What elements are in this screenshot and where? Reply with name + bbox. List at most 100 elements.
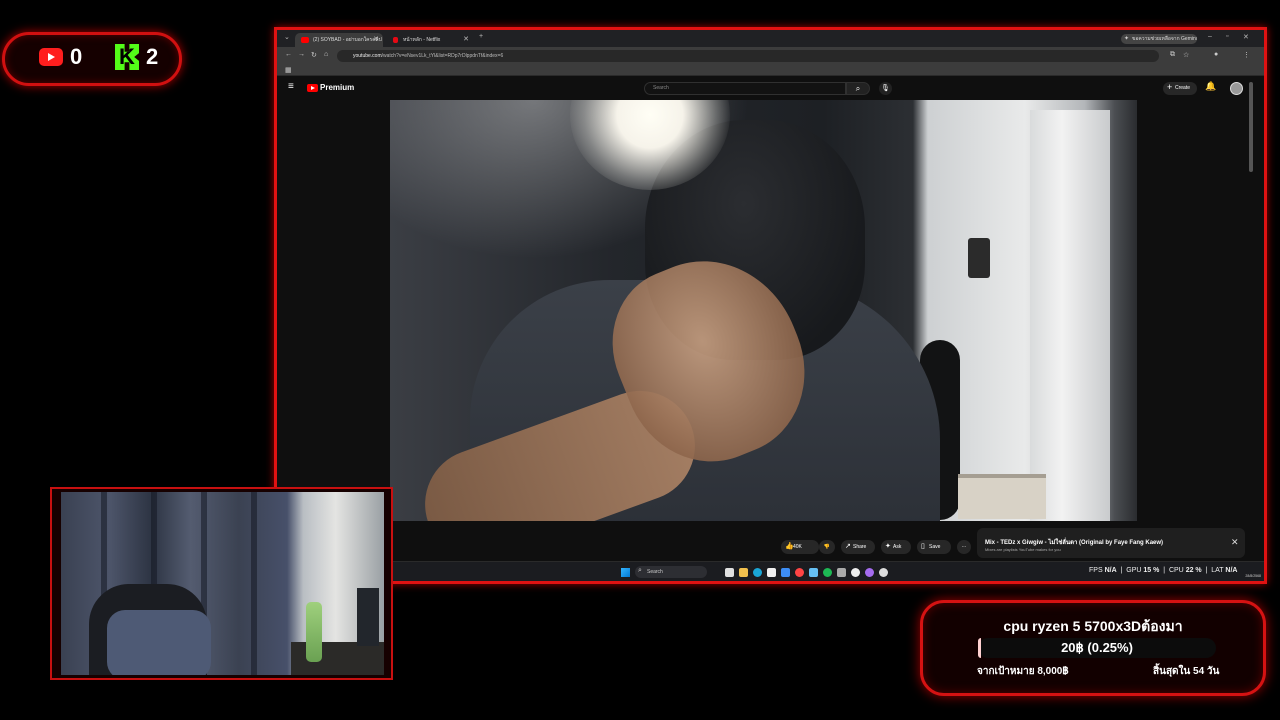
hamburger-menu-icon[interactable]: ≡ (288, 81, 294, 92)
donation-amount: 20฿ (0.25%) (1061, 640, 1133, 655)
donation-title: cpu ryzen 5 5700x3Dต้องมา (1003, 618, 1183, 634)
social-counter: 0 K 2 (2, 32, 182, 86)
like-count: 40K (793, 544, 802, 550)
mix-title[interactable]: Mix - TEDz x Giwgiw - ไม่ใช่ลั่นตา (Orig… (985, 537, 1163, 547)
avatar[interactable] (1230, 82, 1243, 95)
task-view-icon[interactable] (725, 568, 734, 577)
url-path: /watch?v=eNsev1Lk_tYl&list=RDp7rDlppdnTf… (381, 53, 504, 59)
desk (291, 642, 384, 675)
profile-icon[interactable]: ● (1214, 51, 1218, 58)
share-label: Share (853, 544, 867, 550)
apps-grid-icon[interactable]: ▦ (285, 66, 292, 74)
ask-button[interactable]: ✦ Ask (881, 540, 911, 554)
file-explorer-icon[interactable] (739, 568, 748, 577)
kick-count: 2 (146, 44, 159, 69)
more-actions-button[interactable]: ··· (957, 540, 971, 554)
browser-window: ⌄ (2) SOYBAD - อย่าบอกใครคลิป ✕ หน้าหลัก… (274, 27, 1267, 584)
performance-overlay: FPS N/A | GPU 15 % | CPU 22 % | LAT N/A (1089, 567, 1238, 574)
address-bar-row: ← → ↻ ⌂ youtube.com/watch?v=eNsev1Lk_tYl… (277, 47, 1264, 65)
create-button[interactable]: Create (1163, 81, 1197, 95)
gpu-value: 15 % (1143, 567, 1160, 574)
new-tab-icon[interactable]: + (479, 33, 483, 40)
thumbs-down-icon: 👎 (823, 544, 831, 550)
thumbs-up-icon: 👍 (785, 543, 794, 550)
tab-bar: ⌄ (2) SOYBAD - อย่าบอกใครคลิป ✕ หน้าหลัก… (277, 30, 1264, 47)
up-next-miniplayer[interactable]: Mix - TEDz x Giwgiw - ไม่ใช่ลั่นตา (Orig… (977, 528, 1245, 558)
steam-icon[interactable] (809, 568, 818, 577)
maximize-icon[interactable]: ▫ (1226, 33, 1228, 40)
mix-subtitle: Mixes are playlists YouTube makes for yo… (985, 547, 1061, 552)
edge-icon[interactable] (753, 568, 762, 577)
cpu-value: 22 % (1185, 567, 1202, 574)
search-icon[interactable]: ⌕ (846, 82, 870, 95)
app-icon[interactable] (851, 568, 860, 577)
ask-label: Ask (893, 544, 902, 550)
pc-box (357, 588, 379, 646)
windows-taskbar: Search FPS N/A | GPU 15 % | CPU 22 % | L… (277, 561, 1264, 581)
youtube-logo-icon[interactable] (307, 84, 318, 92)
green-bottle (306, 602, 322, 662)
address-input[interactable]: youtube.com/watch?v=eNsev1Lk_tYl&list=RD… (337, 50, 1159, 62)
youtube-icon (39, 48, 63, 66)
fps-value: N/A (1104, 567, 1117, 574)
youtube-favicon (301, 37, 309, 43)
chrome-icon[interactable] (795, 568, 804, 577)
video-frame-amp (958, 474, 1046, 519)
settings-gear-icon[interactable] (879, 568, 888, 577)
tab-label: หน้าหลัก - Netflix (403, 37, 441, 43)
close-tab-icon[interactable]: ✕ (463, 33, 469, 47)
forward-icon[interactable]: → (298, 51, 305, 58)
bookmark-icon: ▯ (921, 543, 925, 550)
tab-search-icon[interactable]: ⌄ (284, 33, 290, 41)
close-tab-icon[interactable]: ✕ (373, 33, 379, 47)
video-player[interactable] (390, 100, 1137, 521)
youtube-premium-brand[interactable]: Premium (320, 83, 354, 92)
netflix-favicon (393, 37, 398, 43)
donation-goal-widget: cpu ryzen 5 5700x3Dต้องมา 20฿ (0.25%) จา… (920, 600, 1266, 696)
youtube-search-input[interactable]: Search (644, 82, 846, 95)
store-icon[interactable] (767, 568, 776, 577)
windows-start-icon[interactable] (621, 568, 630, 577)
like-button[interactable]: 👍 40K (781, 540, 819, 554)
taskbar-date: 28/8/2568 (1245, 574, 1261, 578)
app-icon[interactable] (837, 568, 846, 577)
youtube-header: ≡ Premium Search ⌕ 🎙 Create 🔔 (277, 76, 1257, 100)
browser-menu-icon[interactable]: ⋮ (1243, 51, 1250, 59)
dislike-button[interactable]: 👎 (819, 540, 835, 554)
tab-youtube[interactable]: (2) SOYBAD - อย่าบอกใครคลิป ✕ (295, 33, 383, 47)
sparkle-icon: ✦ (885, 543, 891, 550)
webcam-overlay (50, 487, 393, 680)
back-icon[interactable]: ← (285, 51, 292, 58)
notifications-bell-icon[interactable]: 🔔 (1205, 81, 1216, 92)
lat-value: N/A (1225, 567, 1238, 574)
minimize-icon[interactable]: – (1208, 33, 1212, 40)
extensions-icon[interactable]: ⧉ (1170, 51, 1175, 59)
bookmarks-bar: ▦ (277, 65, 1264, 76)
share-icon: ↗ (845, 543, 851, 550)
page-scrollbar[interactable] (1249, 82, 1253, 172)
spotify-icon[interactable] (823, 568, 832, 577)
tab-netflix[interactable]: หน้าหลัก - Netflix ✕ (385, 33, 473, 47)
microphone-icon[interactable]: 🎙 (879, 82, 892, 95)
tab-label: (2) SOYBAD - อย่าบอกใครคลิป (313, 37, 382, 43)
webcam-feed (61, 492, 384, 675)
chair-cushion (107, 610, 211, 675)
obs-icon[interactable] (865, 568, 874, 577)
gemini-button[interactable]: ขอความช่วยเหลือจาก Gemini (1121, 34, 1197, 44)
donation-progress-bar: 20฿ (0.25%) (978, 638, 1216, 658)
share-button[interactable]: ↗ Share (841, 540, 875, 554)
url-host: youtube.com (353, 53, 382, 59)
taskbar-search[interactable]: Search (635, 565, 707, 578)
donation-goal-text: จากเป้าหมาย 8,000฿ (977, 666, 1069, 677)
app-icon[interactable] (781, 568, 790, 577)
youtube-count: 0 (70, 44, 83, 69)
close-window-icon[interactable]: ✕ (1243, 33, 1249, 41)
bookmark-star-icon[interactable]: ☆ (1183, 51, 1189, 59)
home-icon[interactable]: ⌂ (324, 51, 328, 58)
kick-icon: K (115, 44, 139, 70)
donation-ends-text: สิ้นสุดใน 54 วัน (1153, 666, 1220, 677)
video-frame-switch (968, 238, 990, 278)
save-button[interactable]: ▯ Save (917, 540, 951, 554)
close-icon[interactable]: ✕ (1231, 537, 1239, 548)
reload-icon[interactable]: ↻ (311, 51, 317, 59)
